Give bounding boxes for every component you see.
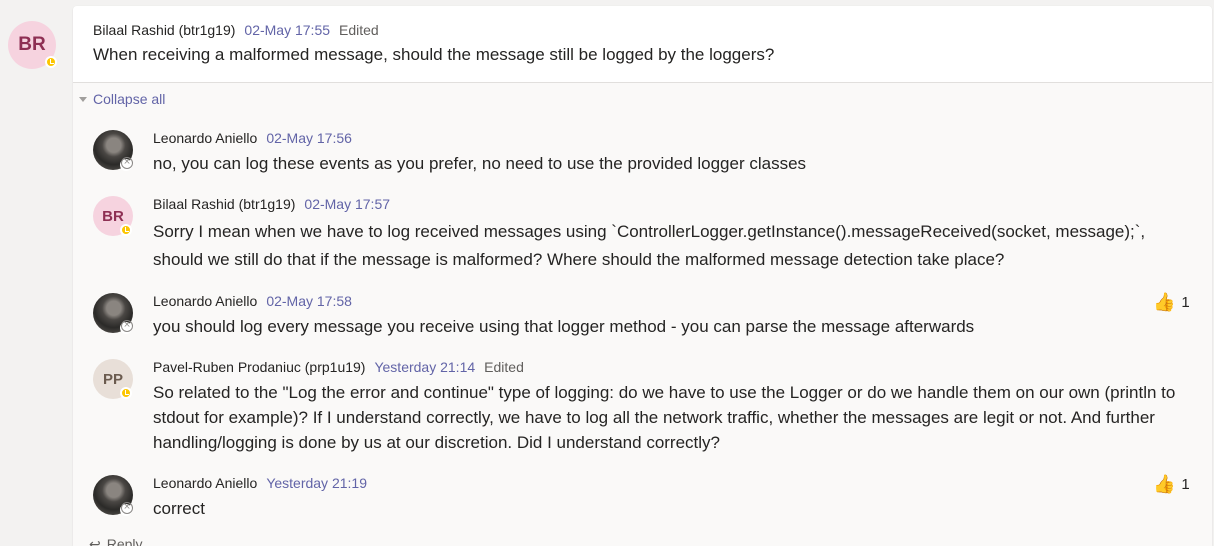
reaction-badge[interactable]: 👍 1 — [1153, 474, 1190, 495]
reply-label: Reply — [106, 536, 143, 546]
conversation-thread: Bilaal Rashid (btr1g19) 02-May 17:55 Edite… — [73, 6, 1212, 546]
presence-away-icon — [120, 224, 132, 236]
reply-header: Pavel-Ruben Prodaniuc (prp1u19) Yesterday… — [153, 359, 524, 375]
timestamp[interactable]: Yesterday 21:19 — [266, 475, 367, 491]
author-name[interactable]: Leonardo Aniello — [153, 130, 257, 146]
presence-offline-icon — [120, 502, 133, 516]
reply-message: you should log every message you receive… — [153, 317, 975, 336]
author-name[interactable]: Bilaal Rashid (btr1g19) — [93, 22, 235, 38]
root-avatar-initials: BR — [18, 34, 46, 55]
timestamp[interactable]: 02-May 17:58 — [266, 293, 352, 309]
triangle-down-icon — [79, 96, 87, 102]
thumbs-up-icon: 👍 — [1153, 474, 1176, 495]
reply-message: no, you can log these events as you pref… — [153, 154, 807, 173]
thumbs-up-icon: 👍 — [1153, 292, 1176, 313]
avatar-initials: BR — [102, 207, 124, 225]
reaction-badge[interactable]: 👍 1 — [1153, 292, 1190, 313]
timestamp[interactable]: 02-May 17:56 — [266, 130, 352, 146]
reply-message: correct — [153, 499, 205, 518]
reply-arrow-icon: ↩ — [89, 536, 101, 546]
author-name[interactable]: Leonardo Aniello — [153, 293, 257, 309]
collapse-all-button[interactable]: Collapse all — [79, 91, 165, 107]
presence-offline-icon — [120, 157, 133, 171]
root-message: When receiving a malformed message, shou… — [93, 45, 775, 64]
reply-header: Leonardo Aniello 02-May 17:58 — [153, 293, 352, 309]
presence-away-icon — [45, 56, 57, 68]
timestamp[interactable]: 02-May 17:55 — [244, 22, 330, 38]
reply-header: Leonardo Aniello Yesterday 21:19 — [153, 475, 367, 491]
root-post-header: Bilaal Rashid (btr1g19) 02-May 17:55 Edite… — [93, 22, 379, 38]
author-name[interactable]: Bilaal Rashid (btr1g19) — [153, 196, 295, 212]
timestamp[interactable]: 02-May 17:57 — [304, 196, 390, 212]
collapse-all-label: Collapse all — [93, 91, 166, 107]
author-name[interactable]: Pavel-Ruben Prodaniuc (prp1u19) — [153, 359, 365, 375]
reply-header: Leonardo Aniello 02-May 17:56 — [153, 130, 352, 146]
root-post: Bilaal Rashid (btr1g19) 02-May 17:55 Edite… — [73, 6, 1212, 83]
edited-label: Edited — [339, 22, 379, 38]
presence-offline-icon — [120, 320, 133, 334]
reaction-count: 1 — [1181, 476, 1190, 493]
author-name[interactable]: Leonardo Aniello — [153, 475, 257, 491]
reply-message: So related to the "Log the error and con… — [153, 383, 1176, 452]
edited-label: Edited — [484, 359, 524, 375]
presence-away-icon — [120, 387, 132, 399]
reply-message: Sorry I mean when we have to log receive… — [153, 222, 1146, 269]
timestamp[interactable]: Yesterday 21:14 — [374, 359, 475, 375]
reaction-count: 1 — [1181, 294, 1190, 311]
reply-header: Bilaal Rashid (btr1g19) 02-May 17:57 — [153, 196, 390, 212]
avatar-initials: PP — [102, 370, 123, 388]
reply-button[interactable]: ↩ Reply — [89, 536, 143, 546]
